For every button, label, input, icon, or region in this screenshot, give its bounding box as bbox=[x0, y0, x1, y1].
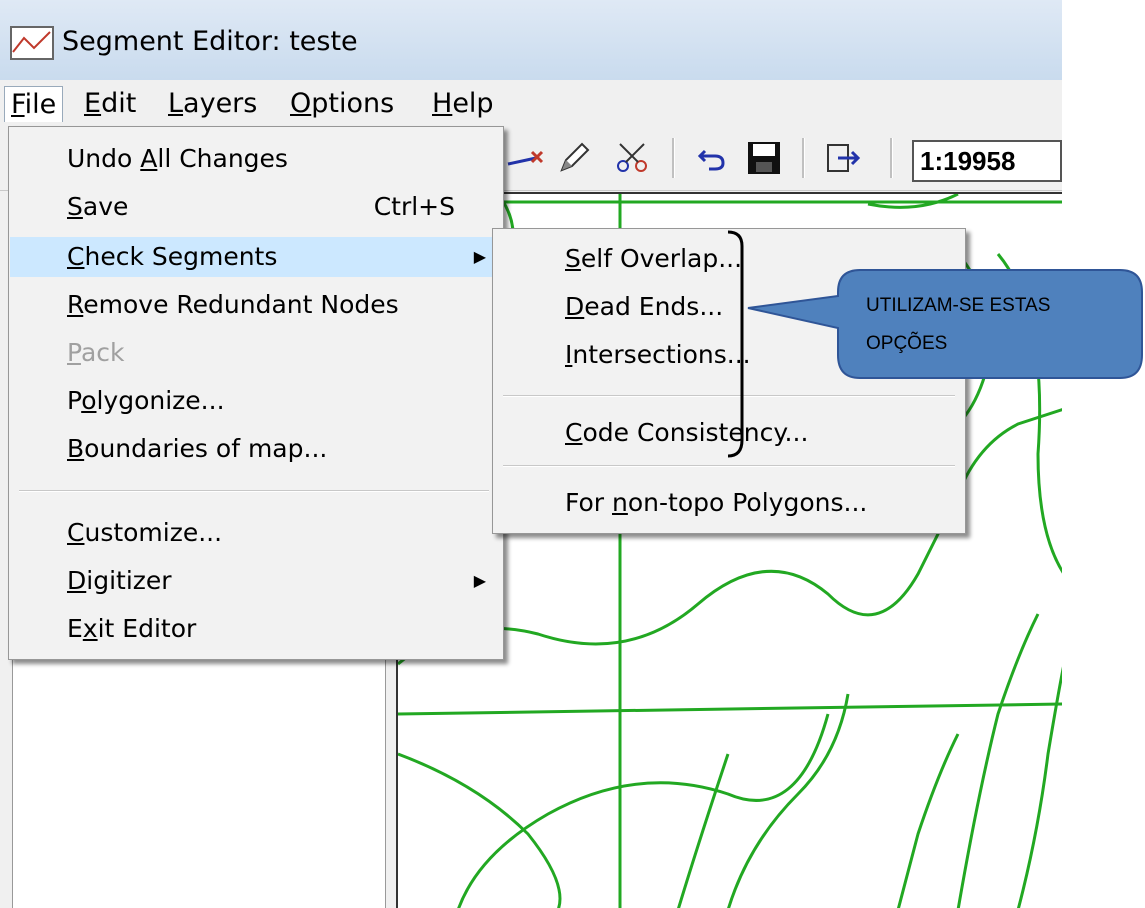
annotation-bracket bbox=[727, 230, 744, 458]
callout-bubble bbox=[747, 269, 1143, 379]
callout-line-1: UTILIZAM-SE ESTAS bbox=[866, 295, 1051, 316]
callout-line-2: OPÇÕES bbox=[866, 333, 948, 354]
annotation-overlay bbox=[727, 230, 1143, 458]
